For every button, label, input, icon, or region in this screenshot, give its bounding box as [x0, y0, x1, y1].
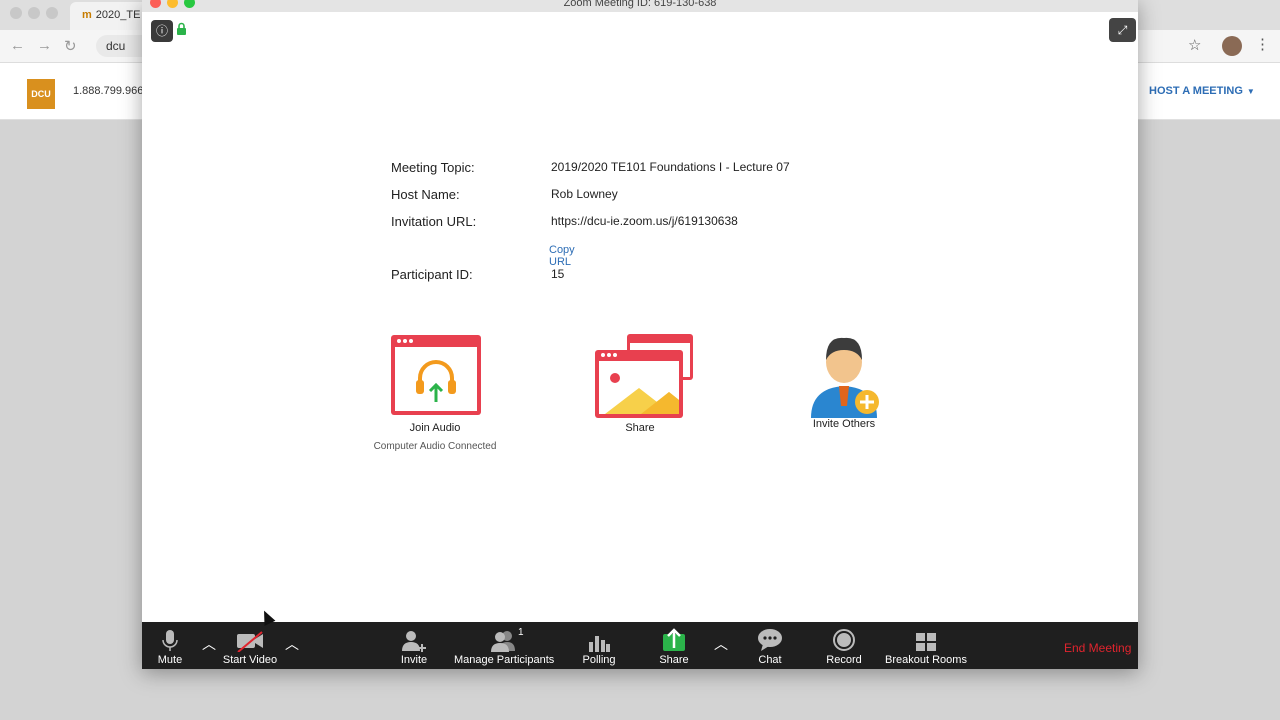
invite-button[interactable]: Invite	[396, 622, 432, 669]
maximize-icon[interactable]	[184, 0, 195, 8]
host-value: Rob Lowney	[551, 187, 618, 201]
back-icon[interactable]: ←	[10, 37, 25, 55]
host-meeting-link[interactable]: HOST A MEETING ▼	[1149, 85, 1255, 97]
audio-options-chevron-up-icon[interactable]: ︿	[202, 634, 216, 654]
manage-participants-button[interactable]: 1 Manage Participants	[454, 622, 554, 669]
lock-icon[interactable]	[176, 22, 187, 39]
chevron-down-icon: ▼	[1246, 87, 1255, 96]
participants-icon: 1	[454, 622, 554, 652]
breakout-rooms-button[interactable]: Breakout Rooms	[884, 622, 968, 669]
record-icon	[822, 622, 866, 652]
menu-kebab-icon[interactable]: ⋮	[1255, 35, 1270, 53]
breakout-grid-icon	[884, 622, 968, 652]
window-title: Zoom Meeting ID: 619-130-638	[563, 0, 717, 9]
topic-value: 2019/2020 TE101 Foundations I - Lecture …	[551, 160, 790, 174]
participant-count-badge: 1	[518, 627, 524, 638]
zoom-window: Zoom Meeting ID: 619-130-638 ⓘ ⤢ Meeting…	[142, 0, 1138, 669]
browser-nav: ← → ↻	[10, 37, 77, 55]
bookmark-star-icon[interactable]: ☆	[1188, 36, 1201, 54]
invite-person-icon	[799, 330, 889, 418]
invite-others-tile[interactable]: Invite Others	[764, 330, 924, 430]
host-meeting-label: HOST A MEETING	[1149, 85, 1243, 97]
microphone-icon	[152, 622, 188, 652]
share-button-label: Share	[659, 654, 689, 666]
reload-icon[interactable]: ↻	[64, 37, 77, 55]
join-audio-tile[interactable]: Join Audio Computer Audio Connected	[355, 334, 515, 452]
invite-label: Invite	[400, 654, 428, 666]
url-label: Invitation URL:	[391, 214, 477, 229]
polling-button[interactable]: Polling	[578, 622, 620, 669]
minimize-icon[interactable]	[167, 0, 178, 8]
video-options-chevron-up-icon[interactable]: ︿	[285, 634, 299, 654]
start-video-button[interactable]: Start Video	[220, 622, 280, 669]
url-value[interactable]: https://dcu-ie.zoom.us/j/619130638	[551, 214, 738, 228]
share-label: Share	[625, 422, 655, 434]
host-label: Host Name:	[391, 187, 460, 202]
tab-title: 2020_TE	[95, 9, 141, 21]
share-upload-icon	[656, 622, 692, 652]
join-audio-label: Join Audio	[409, 422, 461, 434]
chat-label: Chat	[758, 654, 782, 666]
fullscreen-icon[interactable]: ⤢	[1109, 18, 1136, 42]
participant-label: Participant ID:	[391, 267, 473, 282]
address-text: dcu	[106, 39, 126, 53]
join-audio-icon	[390, 334, 481, 415]
browser-window-controls[interactable]	[10, 7, 58, 19]
topic-label: Meeting Topic:	[391, 160, 475, 175]
polling-label: Polling	[582, 654, 616, 666]
end-meeting-button[interactable]: End Meeting	[1064, 641, 1131, 655]
record-label: Record	[826, 654, 862, 666]
add-person-icon	[396, 622, 432, 652]
share-options-chevron-up-icon[interactable]: ︿	[714, 634, 728, 654]
join-audio-status: Computer Audio Connected	[373, 441, 497, 452]
manage-participants-label: Manage Participants	[454, 654, 555, 666]
forward-icon[interactable]: →	[37, 37, 52, 55]
mute-button[interactable]: Mute	[152, 622, 188, 669]
info-icon[interactable]: ⓘ	[151, 20, 173, 42]
mute-label: Mute	[157, 654, 183, 666]
start-video-label: Start Video	[222, 654, 278, 666]
zoom-window-controls[interactable]	[150, 0, 195, 8]
site-phone: 1.888.799.966	[73, 85, 144, 97]
close-icon[interactable]	[150, 0, 161, 8]
chat-bubble-icon	[752, 622, 788, 652]
participant-value: 15	[551, 267, 565, 281]
zoom-titlebar: Zoom Meeting ID: 619-130-638	[142, 0, 1138, 12]
chat-button[interactable]: Chat	[752, 622, 788, 669]
share-screen-icon	[595, 334, 693, 418]
dcu-logo[interactable]: DCU	[27, 79, 55, 109]
bar-chart-icon	[578, 622, 620, 652]
tab-favicon-icon: m	[82, 9, 92, 21]
copy-url-link[interactable]: Copy URL	[549, 244, 575, 268]
share-tile[interactable]: Share	[560, 334, 720, 434]
record-button[interactable]: Record	[822, 622, 866, 669]
video-off-icon	[220, 622, 280, 652]
share-screen-button[interactable]: Share	[656, 622, 692, 669]
breakout-rooms-label: Breakout Rooms	[885, 654, 967, 666]
profile-avatar[interactable]	[1222, 36, 1242, 56]
meeting-toolbar: Mute ︿ Start Video ︿ Invite 1 Manage Par…	[142, 622, 1138, 669]
